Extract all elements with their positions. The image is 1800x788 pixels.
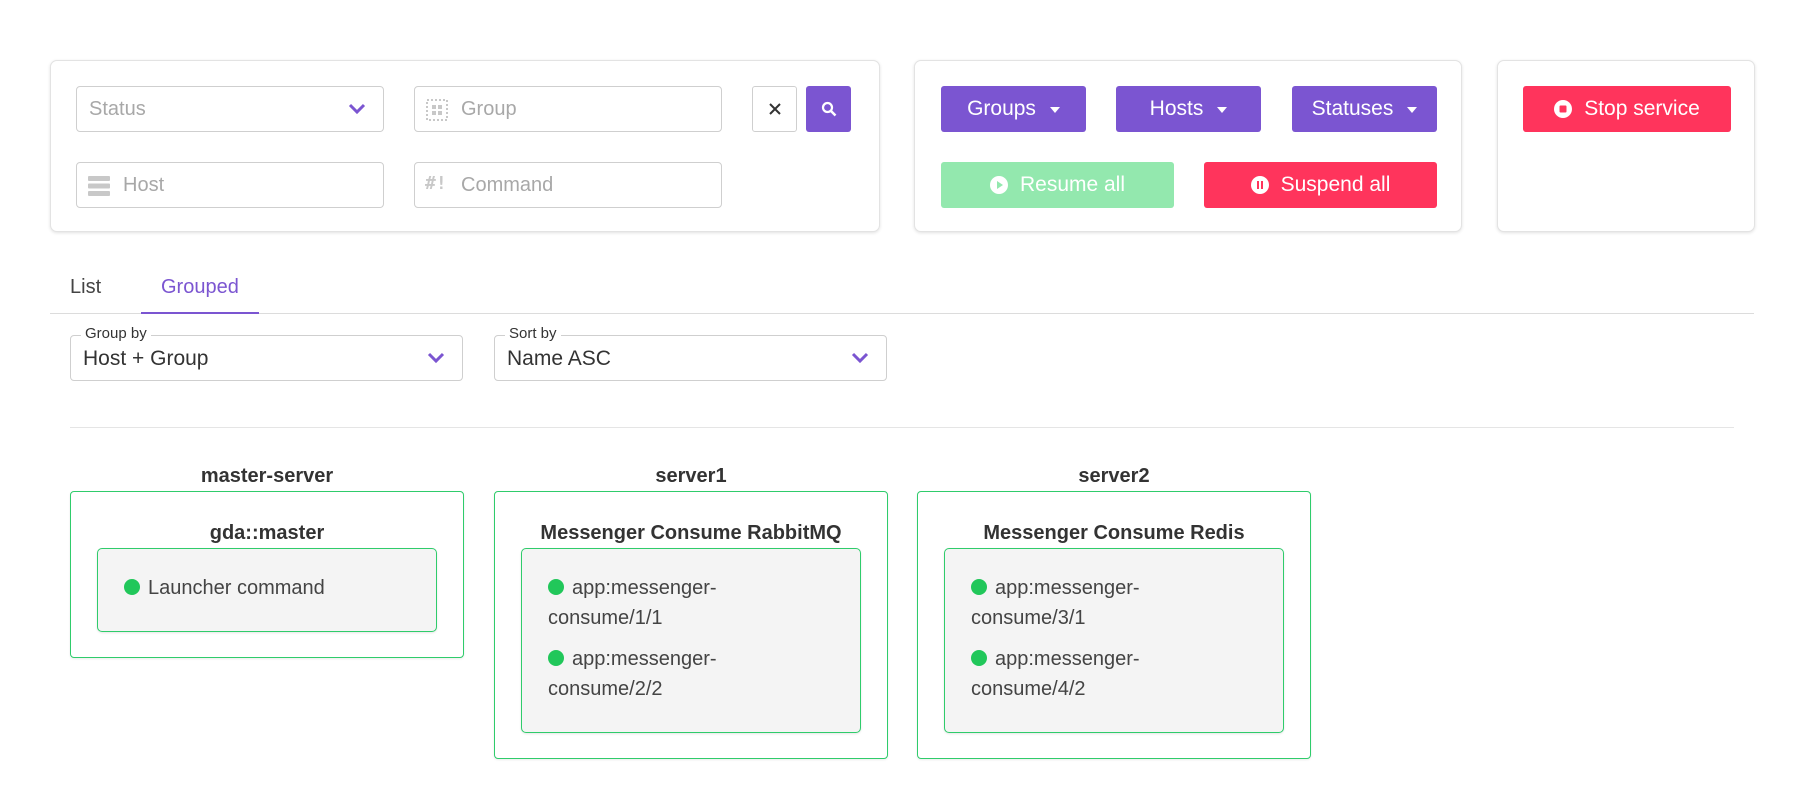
chevron-down-icon [427,352,445,364]
group-by-select[interactable]: Group by Host + Group [70,325,463,381]
stop-circle-icon [1554,100,1573,118]
divider [70,427,1734,428]
resume-all-button[interactable]: Resume all [941,162,1174,208]
status-dot-icon [971,650,987,666]
resume-all-label: Resume all [1019,173,1126,196]
process-item[interactable]: app:messenger-consume/3/1 [971,573,1161,633]
process-label: app:messenger-consume/2/2 [548,648,717,700]
view-tabs: List Grouped [50,262,1754,314]
caret-down-icon [1217,107,1228,113]
chevron-down-icon [348,103,366,115]
group-card: Launcher command [97,548,437,632]
status-dot-icon [548,650,564,666]
process-item[interactable]: Launcher command [124,573,424,603]
group-card: app:messenger-consume/3/1 app:messenger-… [944,548,1284,733]
status-dot-icon [124,579,140,595]
group-by-value: Host + Group [83,347,209,370]
groups-label: Groups [967,97,1036,120]
status-dot-icon [548,579,564,595]
host-card: Messenger Consume RabbitMQ app:messenger… [494,491,888,759]
stop-service-label: Stop service [1584,97,1700,120]
hosts-dropdown-button[interactable]: Hosts [1116,86,1261,132]
status-placeholder: Status [89,97,146,120]
suspend-all-label: Suspend all [1280,173,1391,196]
process-label: app:messenger-consume/3/1 [971,577,1140,629]
statuses-label: Statuses [1311,97,1394,120]
process-label: app:messenger-consume/1/1 [548,577,717,629]
process-label: Launcher command [148,577,325,599]
host-placeholder: Host [123,173,165,196]
sort-by-legend: Sort by [505,325,561,342]
command-icon: #! [425,173,447,194]
statuses-dropdown-button[interactable]: Statuses [1292,86,1437,132]
process-item[interactable]: app:messenger-consume/4/2 [971,644,1161,704]
search-button[interactable] [806,86,851,132]
sort-by-value: Name ASC [507,347,611,370]
process-label: app:messenger-consume/4/2 [971,648,1140,700]
close-icon [768,103,781,115]
host-card: Messenger Consume Redis app:messenger-co… [917,491,1311,759]
host-title: server2 [1078,465,1150,487]
groups-dropdown-button[interactable]: Groups [941,86,1086,132]
clear-button[interactable] [752,86,797,132]
group-icon [426,99,448,121]
group-input[interactable]: Group [414,86,722,132]
command-input[interactable]: #! Command [414,162,722,208]
caret-down-icon [1407,107,1418,113]
host-input[interactable]: Host [76,162,384,208]
search-icon [821,101,836,117]
group-placeholder: Group [461,97,517,120]
filter-card: Status Group Host #! Command [50,60,880,232]
status-select[interactable]: Status [76,86,384,132]
tab-list[interactable]: List [70,276,101,299]
host-title: master-server [200,465,334,487]
server-icon [88,176,110,196]
suspend-all-button[interactable]: Suspend all [1204,162,1437,208]
tab-grouped[interactable]: Grouped [141,276,259,314]
host-card: gda::master Launcher command [70,491,464,658]
status-dot-icon [971,579,987,595]
group-card: app:messenger-consume/1/1 app:messenger-… [521,548,861,733]
caret-down-icon [1049,107,1060,113]
group-title: Messenger Consume RabbitMQ [540,522,842,544]
command-placeholder: Command [461,173,554,196]
host-title: server1 [655,465,727,487]
group-title: gda::master [209,522,325,544]
sort-by-select[interactable]: Sort by Name ASC [494,325,887,381]
hosts-label: Hosts [1149,97,1204,120]
stop-service-button[interactable]: Stop service [1523,86,1731,132]
group-title: Messenger Consume Redis [983,522,1245,544]
group-by-legend: Group by [81,325,151,342]
chevron-down-icon [851,352,869,364]
actions-card: Groups Hosts Statuses Resume all Suspend… [914,60,1462,232]
play-circle-icon [989,176,1008,194]
process-item[interactable]: app:messenger-consume/2/2 [548,644,738,704]
service-card: Stop service [1497,60,1755,232]
pause-circle-icon [1250,176,1269,194]
process-item[interactable]: app:messenger-consume/1/1 [548,573,738,633]
